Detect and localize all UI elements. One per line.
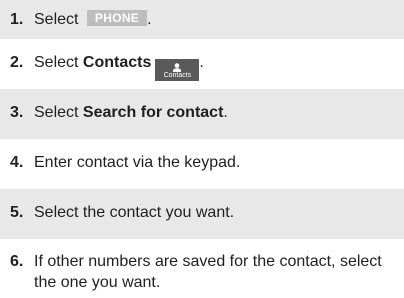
contacts-icon-label: Contacts: [163, 72, 192, 79]
step-text: Select the contact you want.: [34, 204, 235, 221]
step-number: 4.: [10, 154, 24, 171]
step-1: 1. Select PHONE.: [0, 0, 404, 39]
phone-button: PHONE: [86, 10, 148, 26]
person-icon: [173, 63, 182, 72]
step-text: If other numbers are saved for the conta…: [34, 253, 382, 291]
step-text-after: .: [223, 104, 228, 121]
step-text-before: Select: [34, 11, 79, 28]
step-number: 5.: [10, 204, 24, 221]
step-6: 6. If other numbers are saved for the co…: [0, 239, 404, 298]
contacts-label-bold: Contacts: [82, 54, 152, 71]
step-text-before: Select: [34, 104, 79, 121]
step-text-before: Select: [34, 54, 79, 71]
step-5: 5. Select the contact you want.: [0, 189, 404, 239]
step-number: 2.: [10, 54, 24, 71]
step-2: 2. Select Contacts Contacts.: [0, 39, 404, 89]
step-4: 4. Enter contact via the keypad.: [0, 139, 404, 189]
step-number: 1.: [10, 11, 24, 28]
step-text: Select Contacts Contacts.: [34, 52, 392, 81]
step-3: 3. Select Search for contact.: [0, 89, 404, 139]
step-text-after: .: [199, 54, 204, 71]
step-text: Select Search for contact.: [34, 102, 392, 123]
step-number: 6.: [10, 253, 24, 270]
instruction-steps: 1. Select PHONE. 2. Select Contacts Conta…: [0, 0, 404, 298]
step-number: 3.: [10, 104, 24, 121]
search-for-contact-label: Search for contact: [82, 104, 224, 121]
step-text: Enter contact via the keypad.: [34, 154, 241, 171]
step-text: Select PHONE.: [34, 9, 392, 30]
step-text-after: .: [147, 11, 152, 28]
contacts-button: Contacts: [155, 59, 200, 81]
